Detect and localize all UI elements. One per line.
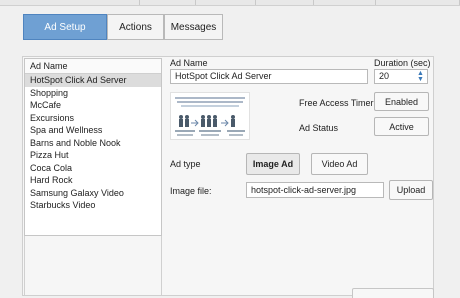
list-item[interactable]: Samsung Galaxy Video: [25, 187, 161, 200]
stepper-arrows-icon[interactable]: ▲ ▼: [416, 70, 425, 83]
list-item[interactable]: Starbucks Video: [25, 199, 161, 212]
upload-button[interactable]: Upload: [389, 180, 433, 200]
free-access-timer-label: Free Access Timer: [299, 98, 374, 108]
list-item[interactable]: Hard Rock: [25, 174, 161, 187]
ad-status-active-button[interactable]: Active: [374, 117, 429, 136]
ad-type-label: Ad type: [170, 159, 201, 169]
tab-label: Messages: [170, 21, 217, 33]
duration-value: 20: [379, 71, 390, 81]
top-tab-segment: [256, 0, 314, 5]
image-file-input[interactable]: hotspot-click-ad-server.jpg: [246, 182, 384, 198]
top-tab-segment: [376, 0, 460, 5]
tab-ad-setup[interactable]: Ad Setup: [23, 14, 107, 40]
image-ad-button[interactable]: Image Ad: [246, 153, 300, 175]
duration-label: Duration (sec): [374, 58, 431, 68]
top-tab-segment: [314, 0, 376, 5]
ad-list-footer: [24, 236, 162, 295]
list-item[interactable]: Spa and Wellness: [25, 124, 161, 137]
free-access-enabled-button[interactable]: Enabled: [374, 92, 429, 111]
top-tab-segment: [196, 0, 256, 5]
image-file-label: Image file:: [170, 186, 212, 196]
bottom-button[interactable]: [352, 288, 434, 298]
ad-name-input[interactable]: HotSpot Click Ad Server: [170, 69, 368, 84]
ad-thumbnail-image: [170, 92, 250, 140]
tab-label: Actions: [119, 21, 152, 33]
video-ad-button[interactable]: Video Ad: [311, 153, 368, 175]
list-item[interactable]: HotSpot Click Ad Server: [25, 74, 161, 87]
top-tab-segment: [0, 0, 140, 5]
list-item[interactable]: Barns and Noble Nook: [25, 137, 161, 150]
list-item[interactable]: Pizza Hut: [25, 149, 161, 162]
top-tab-segment: [140, 0, 196, 5]
tab-label: Ad Setup: [44, 21, 86, 33]
tab-messages[interactable]: Messages: [164, 14, 223, 40]
list-item[interactable]: McCafe: [25, 99, 161, 112]
list-item[interactable]: Shopping: [25, 87, 161, 100]
list-item[interactable]: Coca Cola: [25, 162, 161, 175]
ad-name-label: Ad Name: [170, 58, 208, 68]
ad-status-label: Ad Status: [299, 123, 339, 133]
tab-actions[interactable]: Actions: [107, 14, 164, 40]
duration-stepper[interactable]: 20 ▲ ▼: [374, 69, 428, 84]
ad-list[interactable]: Ad Name HotSpot Click Ad Server Shopping…: [24, 58, 162, 236]
list-item[interactable]: Excursions: [25, 112, 161, 125]
ad-list-header: Ad Name: [25, 59, 161, 74]
